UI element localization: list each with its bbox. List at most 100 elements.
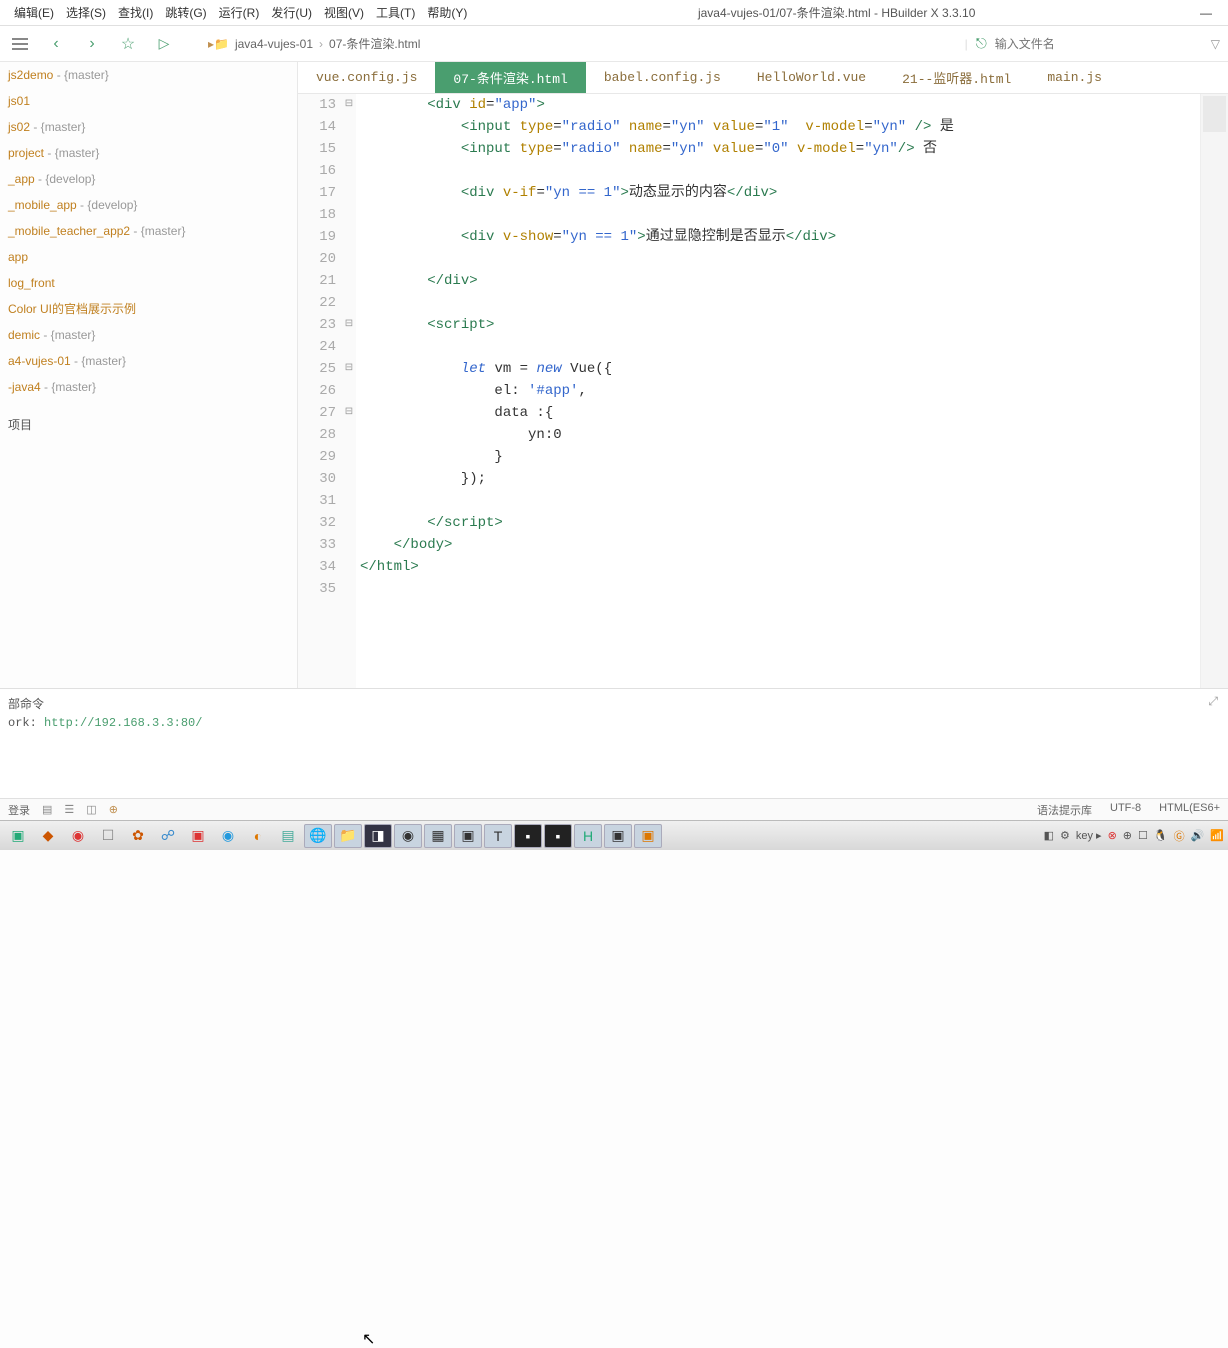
tray-icon[interactable]: ⚙ [1060, 829, 1070, 842]
tree-item-9[interactable]: Color UI的官档展示示例 [0, 296, 297, 322]
search-icon[interactable]: ⎋ [976, 35, 987, 52]
menu-item-5[interactable]: 发行(U) [265, 2, 318, 23]
nav-back-icon[interactable]: ‹ [44, 32, 68, 56]
task-app-g8[interactable]: ▣ [604, 824, 632, 848]
nav-forward-icon[interactable]: › [80, 32, 104, 56]
menu-item-6[interactable]: 视图(V) [318, 2, 370, 23]
status-icon-2[interactable]: ☰ [64, 803, 74, 816]
task-app-g9[interactable]: ▣ [634, 824, 662, 848]
menu-item-0[interactable]: 编辑(E) [8, 2, 60, 23]
menu-item-4[interactable]: 运行(R) [213, 2, 266, 23]
console[interactable]: 部命令 ork: http://192.168.3.3:80/ ⤢ ↖ [0, 688, 1228, 798]
tray-icon[interactable]: ⊕ [1123, 829, 1132, 842]
tree-item-0[interactable]: js2demo - {master} [0, 62, 297, 88]
globe-icon[interactable]: ⊕ [109, 803, 118, 816]
fold-column[interactable]: ⊟⊟⊟⊟ [342, 94, 356, 688]
task-app-g5[interactable]: T [484, 824, 512, 848]
tree-item-10[interactable]: demic - {master} [0, 322, 297, 348]
menu-icon[interactable] [8, 32, 32, 56]
console-url[interactable]: http://192.168.3.3:80/ [44, 716, 202, 730]
system-tray[interactable]: ◧ ⚙ key ▸ ⊗ ⊕ ☐ 🐧 Ⓖ 🔊 📶 [1044, 828, 1224, 844]
breadcrumb-item-0[interactable]: java4-vujes-01 [235, 37, 313, 51]
tree-item-1[interactable]: js01 [0, 88, 297, 114]
toolbar: ‹ › ☆ ▷ ▸📁 java4-vujes-01 › 07-条件渲染.html… [0, 26, 1228, 62]
tabs: vue.config.js07-条件渲染.htmlbabel.config.js… [298, 62, 1228, 94]
tree-item-8[interactable]: log_front [0, 270, 297, 296]
tree-item-5[interactable]: _mobile_app - {develop} [0, 192, 297, 218]
task-app-4[interactable]: ☐ [94, 824, 122, 848]
window-controls: — [1200, 6, 1220, 20]
statusbar: 登录 ▤ ☰ ◫ ⊕ 语法提示库 UTF-8 HTML(ES6+ [0, 798, 1228, 820]
tab-3[interactable]: HelloWorld.vue [739, 64, 884, 91]
expand-icon[interactable]: ⤢ [1208, 695, 1218, 709]
tree-item-2[interactable]: js02 - {master} [0, 114, 297, 140]
task-app-2[interactable]: ◆ [34, 824, 62, 848]
code[interactable]: <div id="app"> <input type="radio" name=… [356, 94, 1200, 688]
tray-key[interactable]: key ▸ [1076, 829, 1102, 842]
tree-item-7[interactable]: app [0, 244, 297, 270]
tab-4[interactable]: 21--监听器.html [884, 62, 1029, 93]
task-app-g2[interactable]: ◉ [394, 824, 422, 848]
task-app-3[interactable]: ◉ [64, 824, 92, 848]
menu-item-1[interactable]: 选择(S) [60, 2, 112, 23]
gutter: 1314151617181920212223242526272829303132… [298, 94, 342, 688]
tray-volume-icon[interactable]: 🔊 [1191, 829, 1205, 842]
tray-icon[interactable]: ◧ [1044, 829, 1054, 842]
filter-icon[interactable]: ▽ [1211, 37, 1220, 51]
sidebar[interactable]: js2demo - {master}js01js02 - {master}pro… [0, 62, 298, 688]
project-label: 项目 [0, 408, 297, 441]
status-encoding[interactable]: UTF-8 [1110, 802, 1141, 818]
task-hbuilder[interactable]: H [574, 824, 602, 848]
minimize-icon[interactable]: — [1200, 6, 1212, 20]
menu-item-7[interactable]: 工具(T) [370, 2, 421, 23]
menu-item-2[interactable]: 查找(I) [112, 2, 159, 23]
menu-item-3[interactable]: 跳转(G) [159, 2, 212, 23]
task-app-g7[interactable]: ▪ [544, 824, 572, 848]
tab-5[interactable]: main.js [1029, 64, 1120, 91]
task-app-g3[interactable]: ▦ [424, 824, 452, 848]
status-syntax[interactable]: 语法提示库 [1037, 802, 1092, 818]
console-output: ork: http://192.168.3.3:80/ [8, 716, 1220, 730]
task-app-1[interactable]: ▣ [4, 824, 32, 848]
console-label: 部命令 [8, 695, 1220, 712]
task-app-10[interactable]: ▤ [274, 824, 302, 848]
tree-item-6[interactable]: _mobile_teacher_app2 - {master} [0, 218, 297, 244]
chevron-right-icon: › [319, 37, 323, 51]
tab-1[interactable]: 07-条件渲染.html [435, 62, 585, 93]
folder-icon: ▸📁 [208, 37, 229, 51]
tab-0[interactable]: vue.config.js [298, 64, 435, 91]
status-icon-1[interactable]: ▤ [42, 803, 52, 816]
task-app-6[interactable]: ☍ [154, 824, 182, 848]
tray-icon[interactable]: 🐧 [1154, 829, 1168, 842]
tree-item-11[interactable]: a4-vujes-01 - {master} [0, 348, 297, 374]
task-app-9[interactable]: ◐ [244, 824, 272, 848]
tree-item-4[interactable]: _app - {develop} [0, 166, 297, 192]
minimap[interactable] [1200, 94, 1228, 688]
task-app-g6[interactable]: ▪ [514, 824, 542, 848]
status-language[interactable]: HTML(ES6+ [1159, 802, 1220, 818]
menu-item-8[interactable]: 帮助(Y) [421, 2, 473, 23]
tree-item-3[interactable]: project - {master} [0, 140, 297, 166]
tray-icon[interactable]: ☐ [1138, 829, 1148, 842]
window-title: java4-vujes-01/07-条件渲染.html - HBuilder X… [473, 4, 1200, 21]
status-icon-3[interactable]: ◫ [86, 803, 96, 816]
task-app-g1[interactable]: ◨ [364, 824, 392, 848]
task-app-8[interactable]: ◉ [214, 824, 242, 848]
tree-item-12[interactable]: -java4 - {master} [0, 374, 297, 400]
login-link[interactable]: 登录 [8, 802, 30, 818]
star-icon[interactable]: ☆ [116, 32, 140, 56]
task-explorer[interactable]: 📁 [334, 824, 362, 848]
tray-icon[interactable]: ⊗ [1108, 829, 1117, 842]
run-icon[interactable]: ▷ [152, 32, 176, 56]
tray-icon[interactable]: Ⓖ [1174, 828, 1185, 844]
task-chrome[interactable]: 🌐 [304, 824, 332, 848]
breadcrumb-item-1[interactable]: 07-条件渲染.html [329, 35, 420, 52]
task-app-5[interactable]: ✿ [124, 824, 152, 848]
task-app-g4[interactable]: ▣ [454, 824, 482, 848]
search-input[interactable] [995, 37, 1195, 51]
code-editor[interactable]: 1314151617181920212223242526272829303132… [298, 94, 1228, 688]
menubar: 编辑(E)选择(S)查找(I)跳转(G)运行(R)发行(U)视图(V)工具(T)… [0, 0, 1228, 26]
task-app-7[interactable]: ▣ [184, 824, 212, 848]
tray-wifi-icon[interactable]: 📶 [1210, 829, 1224, 842]
tab-2[interactable]: babel.config.js [586, 64, 739, 91]
